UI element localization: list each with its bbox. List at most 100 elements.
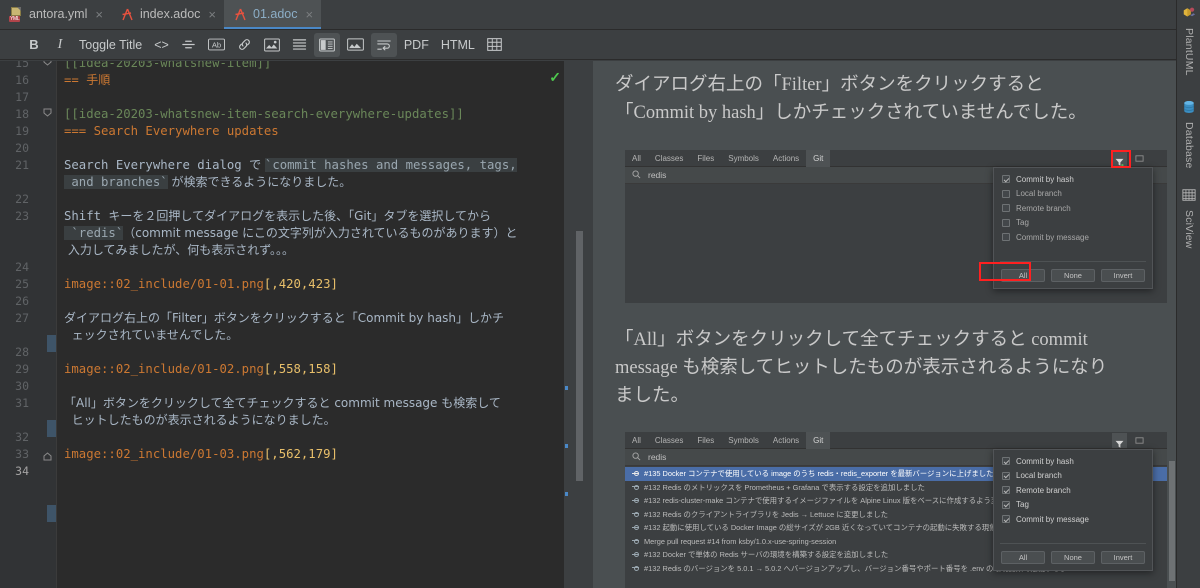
bold-button[interactable]: B <box>22 33 46 57</box>
filter-option-remote-branch[interactable]: Remote branch <box>994 201 1152 216</box>
scrollbar-change-mark <box>565 444 568 448</box>
tool-window-label: SciView <box>1183 210 1195 249</box>
link-icon[interactable] <box>232 33 257 57</box>
list-lines-icon[interactable] <box>287 33 312 57</box>
horizontal-rule-icon[interactable] <box>176 33 201 57</box>
filter-dropdown-menu[interactable]: Commit by hash Local branch Remote branc… <box>993 449 1153 571</box>
soft-wrap-button[interactable] <box>370 32 397 57</box>
preview-scrollbar[interactable] <box>1168 61 1176 588</box>
editor-tab-antora-yml[interactable]: YML antora.yml × <box>0 0 111 29</box>
italic-button[interactable]: I <box>48 33 72 57</box>
commit-node-icon <box>632 525 639 531</box>
tab-classes[interactable]: Classes <box>648 432 690 449</box>
checkbox-checked-icon[interactable] <box>1002 500 1010 509</box>
filter-option-commit-by-hash[interactable]: Commit by hash <box>994 172 1152 187</box>
tab-git[interactable]: Git <box>806 149 831 167</box>
tool-window-plantuml[interactable]: PlantUML <box>1177 6 1200 76</box>
checkbox-icon[interactable] <box>1002 233 1010 242</box>
tab-actions[interactable]: Actions <box>766 150 806 167</box>
filter-option-commit-by-hash[interactable]: Commit by hash <box>994 454 1152 469</box>
filter-none-button[interactable]: None <box>1051 268 1095 282</box>
editor-code-area[interactable]: [[idea-20203-whatsnew-item]] == 手順 [[ide… <box>56 61 564 588</box>
filter-invert-button[interactable]: Invert <box>1101 550 1145 564</box>
toggle-title-button[interactable]: Toggle Title <box>74 33 147 57</box>
filter-option-remote-branch[interactable]: Remote branch <box>994 483 1152 498</box>
tab-classes[interactable]: Classes <box>648 150 690 167</box>
code-token: （commit message にこの文字列が入力されているものがあります）と <box>123 226 518 240</box>
html-export-button[interactable]: HTML <box>436 33 480 57</box>
checkbox-icon[interactable] <box>1002 204 1010 213</box>
close-icon[interactable]: × <box>306 8 314 21</box>
close-icon[interactable]: × <box>208 8 216 21</box>
filter-none-button[interactable]: None <box>1051 550 1095 564</box>
pin-button[interactable] <box>1132 433 1147 448</box>
checkbox-checked-icon[interactable] <box>1002 471 1010 480</box>
filter-option-commit-by-message[interactable]: Commit by message <box>994 230 1152 245</box>
filter-dropdown-menu[interactable]: Commit by hash Local branch Remote branc… <box>993 167 1153 289</box>
inspection-status-icon[interactable]: ✓ <box>549 69 561 86</box>
filter-option-commit-by-message[interactable]: Commit by message <box>994 512 1152 527</box>
split-editor-button[interactable] <box>313 32 340 57</box>
table-icon[interactable] <box>482 33 507 57</box>
tab-symbols[interactable]: Symbols <box>721 432 766 449</box>
editor-tab-label: antora.yml <box>29 7 88 21</box>
filter-all-button[interactable]: All <box>1001 268 1045 282</box>
database-icon <box>1182 100 1196 119</box>
filter-button[interactable] <box>1112 433 1127 448</box>
line-number: 25 <box>15 277 29 291</box>
filter-option-tag[interactable]: Tag <box>994 216 1152 231</box>
checkbox-icon[interactable] <box>1002 189 1010 198</box>
tab-git[interactable]: Git <box>806 431 831 449</box>
checkbox-checked-icon[interactable] <box>1002 515 1010 524</box>
picture-preview-icon[interactable] <box>342 33 369 57</box>
search-input-value[interactable]: redis <box>648 452 666 462</box>
editor-gutter[interactable]: 15 16 17 18 19 20 21 22 23 24 25 26 27 2… <box>0 61 56 588</box>
editor-tab-01-adoc[interactable]: 01.adoc × <box>224 0 322 29</box>
active-tab-underline <box>224 26 322 29</box>
filter-option-label: Tag <box>1016 218 1029 228</box>
tool-window-sciview[interactable]: SciView <box>1177 188 1200 249</box>
editor-scrollbar[interactable]: ✓ <box>549 61 588 588</box>
code-token: 入力してみましたが、何も表示されず。。。 <box>64 243 295 257</box>
insert-image-icon[interactable] <box>259 33 285 57</box>
line-number: 26 <box>15 294 29 308</box>
source-editor-pane[interactable]: 15 16 17 18 19 20 21 22 23 24 25 26 27 2… <box>0 61 588 588</box>
line-number: 24 <box>15 260 29 274</box>
tab-files[interactable]: Files <box>690 150 721 167</box>
pin-button[interactable] <box>1132 151 1147 166</box>
code-button[interactable]: <> <box>149 33 174 57</box>
tab-all[interactable]: All <box>625 432 648 449</box>
filter-option-local-branch[interactable]: Local branch <box>994 469 1152 484</box>
filter-option-label: Remote branch <box>1016 485 1071 495</box>
code-fold-toggle-icon[interactable] <box>43 108 52 117</box>
tab-files[interactable]: Files <box>690 432 721 449</box>
filter-button[interactable] <box>1112 151 1127 167</box>
editor-tab-index-adoc[interactable]: index.adoc × <box>111 0 224 29</box>
checkbox-checked-icon[interactable] <box>1002 175 1010 184</box>
checkbox-checked-icon[interactable] <box>1002 457 1010 466</box>
pdf-export-button[interactable]: PDF <box>399 33 434 57</box>
text-attribute-button[interactable]: Ab <box>203 33 230 57</box>
code-fold-toggle-icon[interactable] <box>43 61 52 66</box>
editor-scrollbar-thumb[interactable] <box>576 231 583 481</box>
tab-actions[interactable]: Actions <box>766 432 806 449</box>
filter-invert-button[interactable]: Invert <box>1101 268 1145 282</box>
tab-all[interactable]: All <box>625 150 648 167</box>
filter-option-label: Local branch <box>1016 471 1062 481</box>
asciidoc-preview-pane[interactable]: ダイアログ右上の「Filter」ボタンをクリックすると「Commit by ha… <box>593 61 1176 588</box>
filter-all-button[interactable]: All <box>1001 550 1045 564</box>
list-item-label: #132 redis-cluster-make コンテナで使用するイメージファイ… <box>644 496 1036 506</box>
code-token: キーを２回押してダイアログを表示した後、「Git」タブを選択してから <box>108 209 492 223</box>
tool-window-database[interactable]: Database <box>1177 100 1200 169</box>
code-fold-end-icon[interactable] <box>43 452 52 461</box>
line-number: 23 <box>15 209 29 223</box>
checkbox-checked-icon[interactable] <box>1002 486 1010 495</box>
filter-option-tag[interactable]: Tag <box>994 498 1152 513</box>
filter-option-local-branch[interactable]: Local branch <box>994 187 1152 202</box>
tab-symbols[interactable]: Symbols <box>721 150 766 167</box>
checkbox-icon[interactable] <box>1002 218 1010 227</box>
close-icon[interactable]: × <box>95 8 103 21</box>
preview-scrollbar-thumb[interactable] <box>1169 461 1175 581</box>
line-number: 19 <box>15 124 29 138</box>
search-input-value[interactable]: redis <box>648 170 666 180</box>
